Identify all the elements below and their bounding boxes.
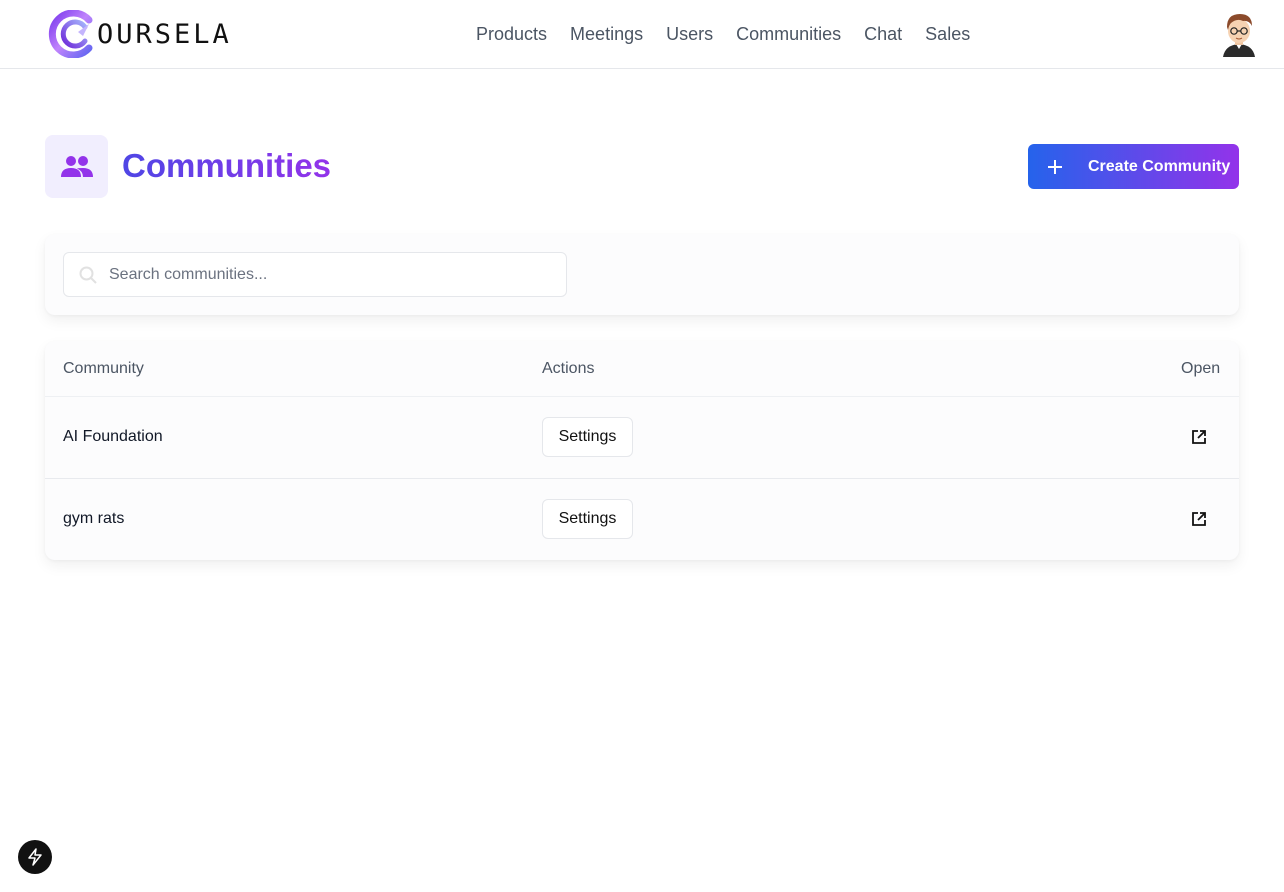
top-navbar: OURSELA Products Meetings Users Communit… xyxy=(0,0,1284,69)
column-header-community: Community xyxy=(63,360,144,377)
settings-button[interactable]: Settings xyxy=(542,499,633,539)
community-name: AI Foundation xyxy=(63,428,163,445)
table-row: gym rats Settings xyxy=(45,479,1239,560)
users-icon xyxy=(60,155,93,177)
search-card xyxy=(45,234,1239,315)
nav-item-chat[interactable]: Chat xyxy=(864,22,902,46)
nav-item-sales[interactable]: Sales xyxy=(925,22,970,46)
nav-item-communities[interactable]: Communities xyxy=(736,22,841,46)
nav-item-products[interactable]: Products xyxy=(476,22,547,46)
search-input[interactable] xyxy=(109,253,554,296)
lightning-bolt-icon xyxy=(28,848,42,866)
create-community-button[interactable]: Create Community xyxy=(1028,144,1239,189)
table-header: Community Actions Open xyxy=(45,341,1239,397)
plus-icon xyxy=(1048,159,1062,174)
brand-logo[interactable]: OURSELA xyxy=(45,10,232,58)
search-field[interactable] xyxy=(63,252,567,297)
nav-item-users[interactable]: Users xyxy=(666,22,713,46)
external-link-icon[interactable] xyxy=(1191,511,1207,527)
user-avatar-icon[interactable] xyxy=(1219,11,1259,57)
nav-item-meetings[interactable]: Meetings xyxy=(570,22,643,46)
brand-name: OURSELA xyxy=(97,18,232,50)
column-header-actions: Actions xyxy=(542,360,595,377)
column-header-open: Open xyxy=(1181,360,1221,377)
search-icon xyxy=(79,266,97,284)
settings-button[interactable]: Settings xyxy=(542,417,633,457)
external-link-icon[interactable] xyxy=(1191,429,1207,445)
main-nav: Products Meetings Users Communities Chat… xyxy=(476,22,970,46)
dev-indicator-button[interactable] xyxy=(18,840,52,874)
table-row: AI Foundation Settings xyxy=(45,397,1239,479)
communities-header-icon-tile xyxy=(45,135,108,198)
create-community-label: Create Community xyxy=(1088,157,1231,175)
page-title: Communities xyxy=(122,147,332,184)
communities-table: Community Actions Open AI Foundation Set… xyxy=(45,341,1239,560)
community-name: gym rats xyxy=(63,510,125,527)
brand-c-logo-icon xyxy=(48,10,93,58)
